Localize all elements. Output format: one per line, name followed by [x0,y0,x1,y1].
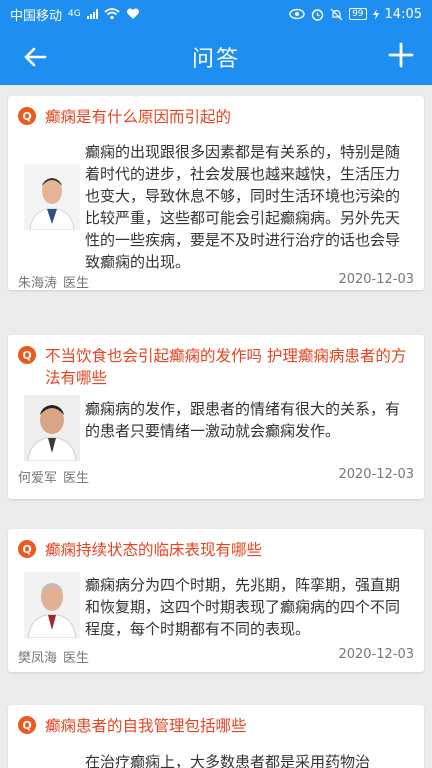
question-title[interactable]: 癫痫是有什么原因而引起的 [45,106,231,128]
nav-bar: 问答 [0,28,432,85]
battery-icon: 99 [349,8,367,20]
question-badge-icon: Q [18,540,36,558]
status-left: 中国移动 4G [10,5,289,24]
question-list: Q 癫痫是有什么原因而引起的 癫痫的出现跟很多因素都是有关系的，特别是随着时代的… [0,85,432,768]
doctor-role: 医生 [63,471,90,486]
question-header: Q 不当饮食也会引起癫痫的发作吗 护理癫痫病患者的方法有哪些 [18,345,414,389]
doctor-role: 医生 [63,276,90,291]
question-badge-icon: Q [18,346,36,364]
answer-meta: 朱海涛 医生 2020-12-03 [18,272,414,291]
page-title: 问答 [191,46,240,72]
question-header: Q 癫痫患者的自我管理包括哪些 [18,715,414,737]
status-right: 99 14:05 [289,7,422,22]
doctor-avatar [24,572,80,638]
question-title[interactable]: 癫痫患者的自我管理包括哪些 [45,715,247,737]
network-type: 4G [68,9,81,19]
question-badge-icon: Q [18,716,36,734]
charging-icon [372,8,379,20]
doctor-name: 樊凤海 [18,651,58,666]
answer-date: 2020-12-03 [338,467,414,482]
question-title[interactable]: 不当饮食也会引起癫痫的发作吗 护理癫痫病患者的方法有哪些 [45,345,414,389]
doctor-info: 樊凤海 医生 [18,647,89,666]
doctor-name: 朱海涛 [18,276,58,291]
question-badge-icon: Q [18,107,36,125]
wifi-icon [104,8,120,20]
carrier-name: 中国移动 [10,8,63,24]
doctor-info: 何爱军 医生 [18,467,89,486]
answer-text: 癫痫的出现跟很多因素都是有关系的，特别是随着时代的进步，社会发展也越来越快，生活… [85,143,401,271]
doctor-role: 医生 [63,651,90,666]
question-card[interactable]: Q 癫痫是有什么原因而引起的 癫痫的出现跟很多因素都是有关系的，特别是随着时代的… [8,96,424,291]
question-card[interactable]: Q 癫痫持续状态的临床表现有哪些 癫痫病分为四个时期，先兆期，阵挛期，强直期和恢… [8,529,424,672]
doctor-avatar [24,395,80,461]
question-header: Q 癫痫是有什么原因而引起的 [18,106,414,128]
answer-meta: 何爱军 医生 2020-12-03 [18,467,414,486]
answer-text: 癫痫病分为四个时期，先兆期，阵挛期，强直期和恢复期，这四个时期表现了癫痫病的四个… [85,576,401,638]
clock: 14:05 [384,6,422,22]
status-bar: 中国移动 4G 99 14:05 [0,0,432,28]
doctor-name: 何爱军 [18,471,58,486]
answer-date: 2020-12-03 [338,272,414,287]
signal-icon [86,9,98,19]
heart-icon [126,8,139,19]
answer-text: 在治疗癫痫上，大多数患者都是采用药物治 [85,753,371,768]
question-card[interactable]: Q 癫痫患者的自我管理包括哪些 在治疗癫痫上，大多数患者都是采用药物治 [8,705,424,768]
alarm-icon [311,8,324,21]
doctor-info: 朱海涛 医生 [18,272,89,291]
answer-text: 癫痫病的发作，跟患者的情绪有很大的关系，有的患者只要情绪一激动就会癫痫发作。 [85,400,401,440]
question-title[interactable]: 癫痫持续状态的临床表现有哪些 [45,539,262,561]
plus-icon[interactable] [384,38,418,72]
question-card[interactable]: Q 不当饮食也会引起癫痫的发作吗 护理癫痫病患者的方法有哪些 癫痫病的发作，跟患… [8,335,424,499]
back-arrow-icon[interactable] [18,40,52,74]
mute-icon [330,8,343,20]
question-header: Q 癫痫持续状态的临床表现有哪些 [18,539,414,561]
eye-icon [289,8,305,20]
answer-meta: 樊凤海 医生 2020-12-03 [18,647,414,666]
doctor-avatar [24,164,80,230]
answer-date: 2020-12-03 [338,647,414,662]
